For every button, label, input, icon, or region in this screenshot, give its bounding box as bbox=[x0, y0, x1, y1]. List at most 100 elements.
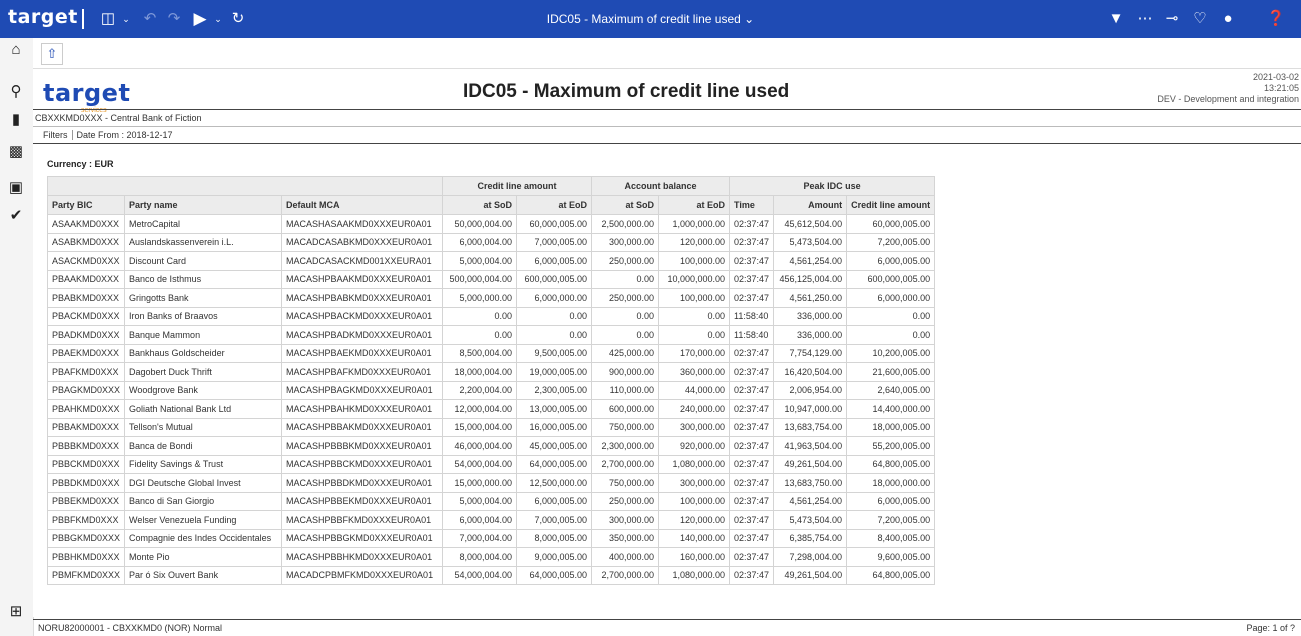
status-divider bbox=[33, 619, 1301, 620]
cell-time: 02:37:47 bbox=[729, 232, 775, 252]
cell-credit-sod: 8,000,004.00 bbox=[442, 547, 518, 567]
report-toolbar: ⇧ bbox=[33, 38, 1301, 69]
cell-time: 02:37:47 bbox=[729, 510, 775, 530]
cell-default-mca: MACASHPBBFKMD0XXXEUR0A01 bbox=[281, 510, 444, 530]
recent-check-icon[interactable]: ✔ bbox=[6, 206, 26, 226]
filters-line: Filters Date From : 2018-12-17 bbox=[43, 130, 173, 140]
table-row: PBAHKMD0XXX Goliath National Bank Ltd MACA… bbox=[46, 399, 936, 419]
col-default-mca: Default MCA bbox=[281, 195, 444, 215]
cell-balance-eod: 10,000,000.00 bbox=[658, 269, 731, 289]
table-row: PBMFKMD0XXX Par ó Six Ouvert Bank MACADCPB… bbox=[46, 565, 936, 585]
report-title: IDC05 - Maximum of credit line used bbox=[463, 81, 790, 102]
cell-party-name: Iron Banks of Braavos bbox=[124, 306, 283, 326]
cell-time: 11:58:40 bbox=[729, 306, 775, 326]
cell-party-bic: PBBDKMD0XXX bbox=[46, 473, 126, 493]
cell-peak-credit-line-amount: 14,400,000.00 bbox=[846, 399, 936, 419]
cell-party-bic: PBABKMD0XXX bbox=[46, 288, 126, 308]
cell-default-mca: MACASHPBAEKMD0XXXEUR0A01 bbox=[281, 343, 444, 363]
cell-party-name: Auslandskassenverein i.L. bbox=[124, 232, 283, 252]
cell-party-name: Bankhaus Goldscheider bbox=[124, 343, 283, 363]
cell-default-mca: MACASHPBBCKMD0XXXEUR0A01 bbox=[281, 454, 444, 474]
cell-credit-sod: 46,000,004.00 bbox=[442, 436, 518, 456]
table-row: ASABKMD0XXX Auslandskassenverein i.L. MACA… bbox=[46, 232, 936, 252]
cell-party-name: Banque Mammon bbox=[124, 325, 283, 345]
filters-value: Date From : 2018-12-17 bbox=[76, 130, 173, 140]
cell-time: 02:37:47 bbox=[729, 528, 775, 548]
cell-default-mca: MACASHPBAGKMD0XXXEUR0A01 bbox=[281, 380, 444, 400]
cell-default-mca: MACASHASAAKMD0XXXEUR0A01 bbox=[281, 214, 444, 234]
cell-credit-sod: 5,000,000.00 bbox=[442, 288, 518, 308]
cell-default-mca: MACASHPBBGKMD0XXXEUR0A01 bbox=[281, 528, 444, 548]
cell-peak-amount: 10,947,000.00 bbox=[773, 399, 848, 419]
status-text: NORU82000001 - CBXXKMD0 (NOR) Normal bbox=[38, 623, 223, 633]
cell-balance-sod: 425,000.00 bbox=[591, 343, 660, 363]
cell-default-mca: MACASHPBACKMD0XXXEUR0A01 bbox=[281, 306, 444, 326]
col-amount: Amount bbox=[773, 195, 848, 215]
cell-credit-eod: 2,300,005.00 bbox=[516, 380, 593, 400]
cell-party-name: Monte Pio bbox=[124, 547, 283, 567]
more-icon[interactable]: ⋯ bbox=[1135, 9, 1155, 29]
cell-peak-amount: 456,125,004.00 bbox=[773, 269, 848, 289]
cell-balance-eod: 44,000.00 bbox=[658, 380, 731, 400]
table-row: PBBAKMD0XXX Tellson's Mutual MACASHPBBAKMD… bbox=[46, 417, 936, 437]
cell-party-bic: PBAGKMD0XXX bbox=[46, 380, 126, 400]
cell-credit-eod: 13,000,005.00 bbox=[516, 399, 593, 419]
cell-time: 02:37:47 bbox=[729, 473, 775, 493]
group-header-balance: Account balance bbox=[591, 176, 731, 196]
cell-peak-amount: 16,420,504.00 bbox=[773, 362, 848, 382]
cell-party-bic: ASACKMD0XXX bbox=[46, 251, 126, 271]
col-time: Time bbox=[729, 195, 775, 215]
cell-time: 02:37:47 bbox=[729, 251, 775, 271]
export-icon[interactable]: ⇧ bbox=[41, 43, 63, 65]
cell-credit-sod: 2,200,004.00 bbox=[442, 380, 518, 400]
cell-peak-credit-line-amount: 8,400,005.00 bbox=[846, 528, 936, 548]
home-icon[interactable]: ⌂ bbox=[6, 40, 26, 60]
title-chevron-icon[interactable]: ⌄ bbox=[744, 12, 754, 26]
cell-party-bic: ASAAKMD0XXX bbox=[46, 214, 126, 234]
filter-icon[interactable]: ▼ bbox=[1106, 9, 1126, 29]
share-icon[interactable]: ⊸ bbox=[1162, 9, 1182, 29]
cell-credit-eod: 7,000,005.00 bbox=[516, 510, 593, 530]
cell-party-bic: ASABKMD0XXX bbox=[46, 232, 126, 252]
currency-label: Currency : EUR bbox=[47, 159, 114, 169]
table-row: PBBDKMD0XXX DGI Deutsche Global Invest MAC… bbox=[46, 473, 936, 493]
cell-party-name: Banco de Isthmus bbox=[124, 269, 283, 289]
cell-party-name: Dagobert Duck Thrift bbox=[124, 362, 283, 382]
cell-party-bic: PBAHKMD0XXX bbox=[46, 399, 126, 419]
search-icon[interactable]: ⚲ bbox=[6, 82, 26, 102]
table-row: PBBCKMD0XXX Fidelity Savings & Trust MACAS… bbox=[46, 454, 936, 474]
cell-peak-credit-line-amount: 600,000,005.00 bbox=[846, 269, 936, 289]
cell-time: 02:37:47 bbox=[729, 436, 775, 456]
cell-party-bic: PBBGKMD0XXX bbox=[46, 528, 126, 548]
group-header-empty bbox=[46, 176, 444, 196]
cell-credit-eod: 8,000,005.00 bbox=[516, 528, 593, 548]
cell-credit-sod: 500,000,004.00 bbox=[442, 269, 518, 289]
cell-time: 02:37:47 bbox=[729, 362, 775, 382]
cell-credit-eod: 6,000,000.00 bbox=[516, 288, 593, 308]
cell-credit-eod: 6,000,005.00 bbox=[516, 251, 593, 271]
table-row: PBBEKMD0XXX Banco di San Giorgio MACASHPBB… bbox=[46, 491, 936, 511]
cell-balance-sod: 250,000.00 bbox=[591, 251, 660, 271]
credit-line-table: Credit line amount Account balance Peak … bbox=[46, 176, 936, 585]
add-new-icon[interactable]: ⊞ bbox=[6, 602, 26, 622]
cell-peak-credit-line-amount: 64,800,005.00 bbox=[846, 565, 936, 585]
group-header-peak: Peak IDC use bbox=[729, 176, 936, 196]
table-row: PBAFKMD0XXX Dagobert Duck Thrift MACASHPBA… bbox=[46, 362, 936, 382]
cell-peak-credit-line-amount: 7,200,005.00 bbox=[846, 510, 936, 530]
folder-icon[interactable]: ▩ bbox=[6, 142, 26, 162]
cell-balance-eod: 100,000.00 bbox=[658, 251, 731, 271]
column-header-row: Party BIC Party name Default MCA at SoD … bbox=[46, 195, 936, 215]
table-row: PBABKMD0XXX Gringotts Bank MACASHPBABKMD0X… bbox=[46, 288, 936, 308]
user-icon[interactable]: ● bbox=[1218, 9, 1238, 29]
cell-default-mca: MACASHPBBEKMD0XXXEUR0A01 bbox=[281, 491, 444, 511]
cell-balance-sod: 0.00 bbox=[591, 325, 660, 345]
cell-balance-sod: 350,000.00 bbox=[591, 528, 660, 548]
col-credit-sod: at SoD bbox=[442, 195, 518, 215]
bell-icon[interactable]: ♡ bbox=[1190, 9, 1210, 29]
table-row: PBADKMD0XXX Banque Mammon MACASHPBADKMD0XX… bbox=[46, 325, 936, 345]
document-icon[interactable]: ▮ bbox=[6, 110, 26, 130]
cell-default-mca: MACASHPBBAKMD0XXXEUR0A01 bbox=[281, 417, 444, 437]
team-content-icon[interactable]: ▣ bbox=[6, 178, 26, 198]
cell-balance-sod: 2,700,000.00 bbox=[591, 565, 660, 585]
help-icon[interactable]: ❓ bbox=[1266, 9, 1286, 29]
